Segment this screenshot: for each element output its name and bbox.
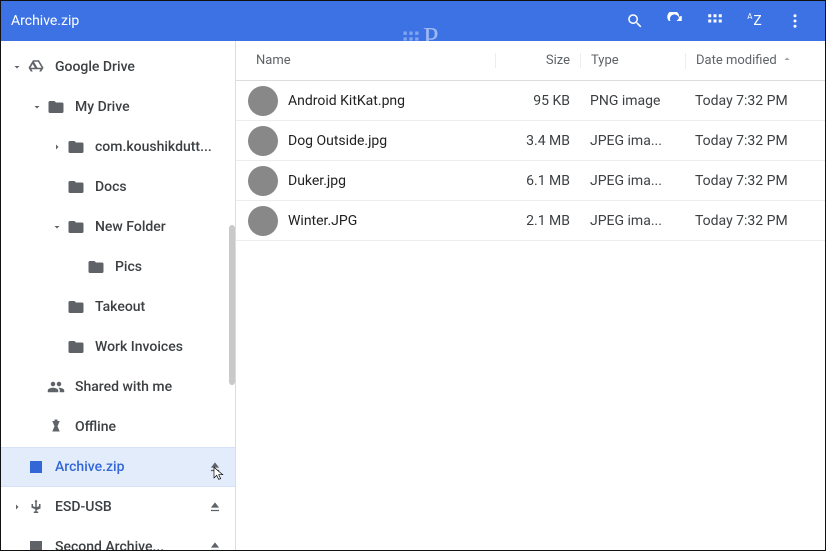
file-date-modified: Today 7:32 PM bbox=[685, 133, 825, 149]
drive-icon bbox=[25, 58, 47, 76]
column-size[interactable]: Size bbox=[495, 53, 580, 68]
file-name: Winter.JPG bbox=[288, 213, 495, 229]
sidebar-item-label: Offline bbox=[75, 419, 225, 435]
sidebar-item-takeout[interactable]: Takeout bbox=[1, 287, 235, 327]
sidebar-item-esdusb[interactable]: ESD-USB bbox=[1, 487, 235, 527]
chevron-down-icon[interactable] bbox=[49, 221, 65, 233]
column-date-modified[interactable]: Date modified bbox=[685, 53, 825, 69]
sidebar-item-label: Archive.zip bbox=[55, 459, 205, 475]
sidebar-item-docs[interactable]: Docs bbox=[1, 167, 235, 207]
sidebar-item-label: My Drive bbox=[75, 99, 225, 115]
chevron-down-icon[interactable] bbox=[9, 61, 25, 73]
file-type: JPEG ima... bbox=[580, 213, 685, 229]
column-header: Name Size Type Date modified bbox=[236, 41, 825, 81]
file-date-modified: Today 7:32 PM bbox=[685, 173, 825, 189]
sidebar-item-label: Google Drive bbox=[55, 59, 225, 75]
zip-icon bbox=[25, 458, 47, 476]
file-row[interactable]: Dog Outside.jpg3.4 MBJPEG ima...Today 7:… bbox=[236, 121, 825, 161]
column-date-label: Date modified bbox=[696, 53, 777, 68]
sidebar-item-koushik[interactable]: com.koushikdutt... bbox=[1, 127, 235, 167]
offline-icon bbox=[45, 418, 67, 436]
zip-icon bbox=[25, 538, 47, 550]
file-row[interactable]: Android KitKat.png95 KBPNG imageToday 7:… bbox=[236, 81, 825, 121]
sidebar-item-label: ESD-USB bbox=[55, 499, 205, 515]
chevron-right-icon[interactable] bbox=[9, 501, 25, 513]
file-type: JPEG ima... bbox=[580, 133, 685, 149]
file-type: JPEG ima... bbox=[580, 173, 685, 189]
usb-icon bbox=[25, 498, 47, 516]
sidebar-item-label: Docs bbox=[95, 179, 225, 195]
folder-icon bbox=[65, 218, 87, 236]
sidebar-item-mydrive[interactable]: My Drive bbox=[1, 87, 235, 127]
sort-indicator-icon bbox=[781, 53, 793, 69]
file-name: Duker.jpg bbox=[288, 173, 495, 189]
column-type[interactable]: Type bbox=[580, 53, 685, 68]
sidebar-item-workinvoices[interactable]: Work Invoices bbox=[1, 327, 235, 367]
sidebar-item-shared[interactable]: Shared with me bbox=[1, 367, 235, 407]
sort-az-icon[interactable]: AZ bbox=[735, 1, 775, 41]
file-thumbnail bbox=[248, 206, 278, 236]
folder-icon bbox=[65, 138, 87, 156]
sidebar-item-label: New Folder bbox=[95, 219, 225, 235]
file-thumbnail bbox=[248, 166, 278, 196]
sidebar-item-label: com.koushikdutt... bbox=[95, 139, 225, 155]
view-grid-icon[interactable] bbox=[695, 1, 735, 41]
content-pane: Name Size Type Date modified Android Kit… bbox=[236, 41, 825, 550]
shared-icon bbox=[45, 378, 67, 396]
sidebar[interactable]: Google Drive My Drive com.koushikdutt... Do… bbox=[1, 41, 236, 550]
eject-icon[interactable] bbox=[205, 460, 225, 474]
sidebar-item-pics[interactable]: Pics bbox=[1, 247, 235, 287]
folder-icon bbox=[65, 338, 87, 356]
sidebar-item-label: Takeout bbox=[95, 299, 225, 315]
file-size: 95 KB bbox=[495, 93, 580, 109]
file-date-modified: Today 7:32 PM bbox=[685, 213, 825, 229]
folder-icon bbox=[45, 98, 67, 116]
more-vert-icon[interactable] bbox=[775, 1, 815, 41]
chevron-right-icon[interactable] bbox=[49, 141, 65, 153]
file-date-modified: Today 7:32 PM bbox=[685, 93, 825, 109]
sidebar-item-label: Shared with me bbox=[75, 379, 225, 395]
sidebar-item-offline[interactable]: Offline bbox=[1, 407, 235, 447]
file-name: Android KitKat.png bbox=[288, 93, 495, 109]
file-size: 2.1 MB bbox=[495, 213, 580, 229]
sidebar-item-gdrive[interactable]: Google Drive bbox=[1, 47, 235, 87]
app-bar: Archive.zip AZ bbox=[1, 1, 825, 41]
file-size: 3.4 MB bbox=[495, 133, 580, 149]
file-size: 6.1 MB bbox=[495, 173, 580, 189]
file-name: Dog Outside.jpg bbox=[288, 133, 495, 149]
chevron-down-icon[interactable] bbox=[29, 101, 45, 113]
sidebar-item-newfolder[interactable]: New Folder bbox=[1, 207, 235, 247]
folder-icon bbox=[65, 178, 87, 196]
folder-icon bbox=[65, 298, 87, 316]
refresh-icon[interactable] bbox=[655, 1, 695, 41]
file-row[interactable]: Duker.jpg6.1 MBJPEG ima...Today 7:32 PM bbox=[236, 161, 825, 201]
file-list[interactable]: Android KitKat.png95 KBPNG imageToday 7:… bbox=[236, 81, 825, 241]
appbar-title: Archive.zip bbox=[11, 13, 79, 29]
eject-icon[interactable] bbox=[205, 500, 225, 514]
folder-icon bbox=[85, 258, 107, 276]
file-row[interactable]: Winter.JPG2.1 MBJPEG ima...Today 7:32 PM bbox=[236, 201, 825, 241]
sidebar-item-secondarchive[interactable]: Second Archive... bbox=[1, 527, 235, 550]
search-icon[interactable] bbox=[615, 1, 655, 41]
sidebar-item-archivezip[interactable]: Archive.zip bbox=[1, 447, 235, 487]
sidebar-item-label: Second Archive... bbox=[55, 539, 205, 550]
file-type: PNG image bbox=[580, 93, 685, 109]
column-name[interactable]: Name bbox=[236, 53, 495, 68]
sidebar-item-label: Work Invoices bbox=[95, 339, 225, 355]
file-thumbnail bbox=[248, 86, 278, 116]
file-thumbnail bbox=[248, 126, 278, 156]
eject-icon[interactable] bbox=[205, 540, 225, 550]
sidebar-item-label: Pics bbox=[115, 259, 225, 275]
